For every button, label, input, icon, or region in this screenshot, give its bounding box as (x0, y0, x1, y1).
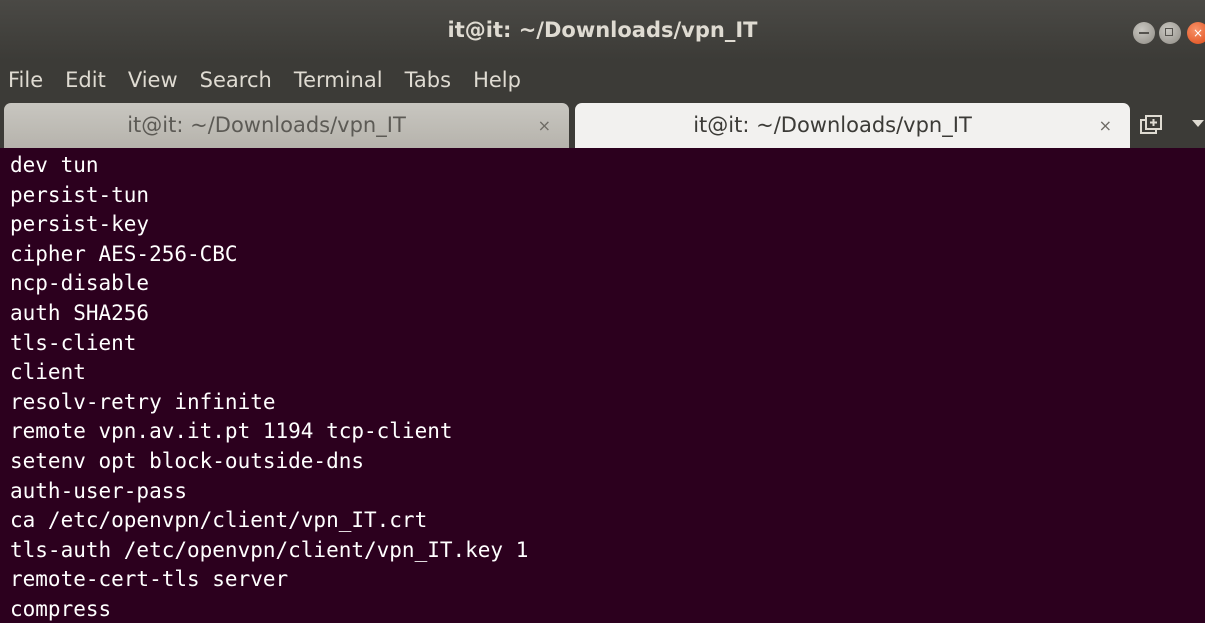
terminal-line: remote vpn.av.it.pt 1194 tcp-client (10, 419, 453, 444)
terminal-line: compress (10, 596, 112, 621)
menu-help[interactable]: Help (473, 68, 521, 92)
terminal-line: tls-client (10, 330, 137, 355)
menu-file[interactable]: File (8, 68, 43, 92)
menu-bar: File Edit View Search Terminal Tabs Help (0, 60, 1205, 100)
terminal-line: cipher AES-256-CBC (10, 241, 238, 266)
terminal-line: auth SHA256 (10, 300, 150, 325)
terminal-lines: dev tun persist-tun persist-key cipher A… (10, 151, 528, 623)
maximize-icon[interactable] (1159, 22, 1181, 44)
chevron-down-icon[interactable] (1192, 120, 1204, 127)
tab-1[interactable]: it@it: ~/Downloads/vpn_IT × (4, 103, 569, 148)
terminal-line: persist-key (10, 212, 150, 237)
terminal-line: remote-cert-tls server (10, 567, 289, 592)
terminal-line: dev tun (10, 153, 99, 177)
tab-2[interactable]: it@it: ~/Downloads/vpn_IT × (575, 103, 1130, 148)
terminal-line: ca /etc/openvpn/client/vpn_IT.crt (10, 508, 428, 533)
menu-view[interactable]: View (128, 68, 178, 92)
terminal-line: resolv-retry infinite (10, 389, 276, 414)
terminal-line: tls-auth /etc/openvpn/client/vpn_IT.key … (10, 537, 529, 562)
menu-edit[interactable]: Edit (65, 68, 106, 92)
terminal-line: persist-tun (10, 182, 150, 207)
title-bar[interactable]: it@it: ~/Downloads/vpn_IT × (0, 0, 1205, 60)
terminal-line: client (10, 360, 86, 385)
tab-close-icon[interactable]: × (538, 103, 551, 148)
terminal-line: auth-user-pass (10, 478, 188, 503)
new-tab-icon[interactable] (1138, 112, 1164, 138)
window-title: it@it: ~/Downloads/vpn_IT (447, 18, 758, 42)
terminal-window: it@it: ~/Downloads/vpn_IT × File Edit Vi… (0, 0, 1205, 623)
close-icon[interactable]: × (1187, 22, 1205, 44)
tab-close-icon[interactable]: × (1099, 103, 1112, 148)
tab-label: it@it: ~/Downloads/vpn_IT (693, 113, 972, 137)
tab-bar: it@it: ~/Downloads/vpn_IT × it@it: ~/Dow… (0, 100, 1205, 148)
menu-search[interactable]: Search (200, 68, 272, 92)
menu-terminal[interactable]: Terminal (294, 68, 383, 92)
terminal-line: ncp-disable (10, 271, 150, 296)
terminal-output[interactable]: dev tun persist-tun persist-key cipher A… (0, 148, 1205, 623)
terminal-line: setenv opt block-outside-dns (10, 448, 365, 473)
menu-tabs[interactable]: Tabs (405, 68, 452, 92)
tab-label: it@it: ~/Downloads/vpn_IT (127, 113, 406, 137)
minimize-icon[interactable] (1133, 22, 1155, 44)
